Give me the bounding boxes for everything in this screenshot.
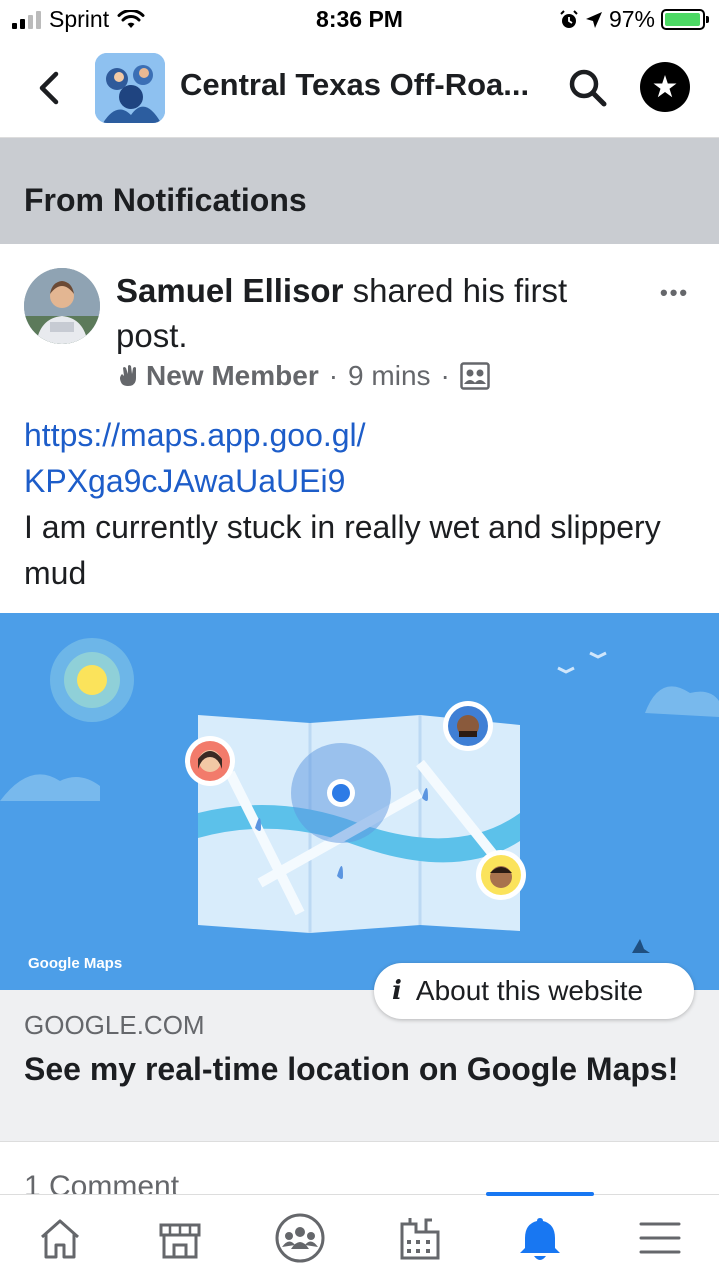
notifications-section-header: From Notifications	[0, 138, 719, 244]
status-right: 97%	[559, 6, 709, 33]
status-left: Sprint	[12, 6, 145, 33]
about-website-label: About this website	[415, 975, 644, 1006]
nav-pages[interactable]	[360, 1195, 480, 1279]
nav-groups[interactable]	[240, 1195, 360, 1279]
bottom-nav	[0, 1192, 719, 1279]
carrier-label: Sprint	[49, 6, 110, 32]
battery-icon	[661, 9, 709, 30]
battery-percent: 97%	[608, 6, 655, 32]
post-headline: Samuel Ellisor shared his first post.	[116, 268, 636, 358]
pages-icon	[400, 1217, 440, 1259]
groups-icon	[275, 1213, 325, 1262]
post-body: https://maps.app.goo.gl/ KPXga9cJAwaUaUE…	[24, 412, 704, 596]
member-badge: New Member	[146, 360, 319, 391]
meta-separator: ·	[440, 360, 450, 391]
group-avatar[interactable]	[95, 53, 165, 123]
nav-notifications[interactable]	[480, 1195, 600, 1279]
author-avatar[interactable]	[24, 268, 100, 344]
post-link-continued[interactable]: KPXga9cJAwaUaUEi9	[24, 458, 704, 504]
nav-home[interactable]	[0, 1195, 120, 1279]
group-members-icon	[460, 362, 490, 390]
home-icon	[41, 1219, 79, 1258]
post-time[interactable]: 9 mins	[348, 360, 430, 392]
post-link[interactable]: https://maps.app.goo.gl/	[24, 412, 704, 458]
link-preview-image[interactable]: Google Maps	[0, 613, 719, 990]
nav-marketplace[interactable]	[120, 1195, 240, 1279]
wave-hand-icon	[120, 365, 136, 386]
status-bar: Sprint 8:36 PM 97%	[0, 0, 719, 40]
post-meta: New Member · 9 mins ·	[116, 360, 490, 392]
info-icon: i	[392, 976, 402, 1006]
admin-shield-button[interactable]	[640, 62, 690, 112]
location-arrow-icon	[585, 11, 602, 28]
nav-menu[interactable]	[600, 1195, 719, 1279]
group-header: Central Texas Off-Roa...	[0, 40, 719, 138]
shield-icon	[653, 75, 677, 98]
image-caption: Google Maps	[28, 955, 123, 972]
preview-domain: GOOGLE.COM	[24, 1010, 205, 1040]
group-title[interactable]: Central Texas Off-Roa...	[180, 67, 550, 103]
menu-icon	[639, 1222, 681, 1253]
section-title: From Notifications	[24, 182, 307, 218]
signal-icon	[12, 10, 41, 29]
search-icon[interactable]	[566, 66, 610, 110]
preview-title[interactable]: See my real-time location on Google Maps…	[24, 1048, 684, 1090]
notifications-icon	[520, 1217, 560, 1260]
back-icon[interactable]	[30, 66, 70, 110]
about-website-button[interactable]: i About this website	[374, 963, 694, 1019]
battery-fill	[665, 13, 700, 26]
meta-separator: ·	[328, 360, 339, 391]
marketplace-icon	[159, 1223, 201, 1258]
author-name[interactable]: Samuel Ellisor	[116, 272, 343, 309]
post-text: I am currently stuck in really wet and s…	[24, 509, 661, 591]
alarm-icon	[560, 9, 578, 28]
wifi-icon	[117, 9, 145, 28]
more-options-button[interactable]: •••	[660, 280, 700, 305]
